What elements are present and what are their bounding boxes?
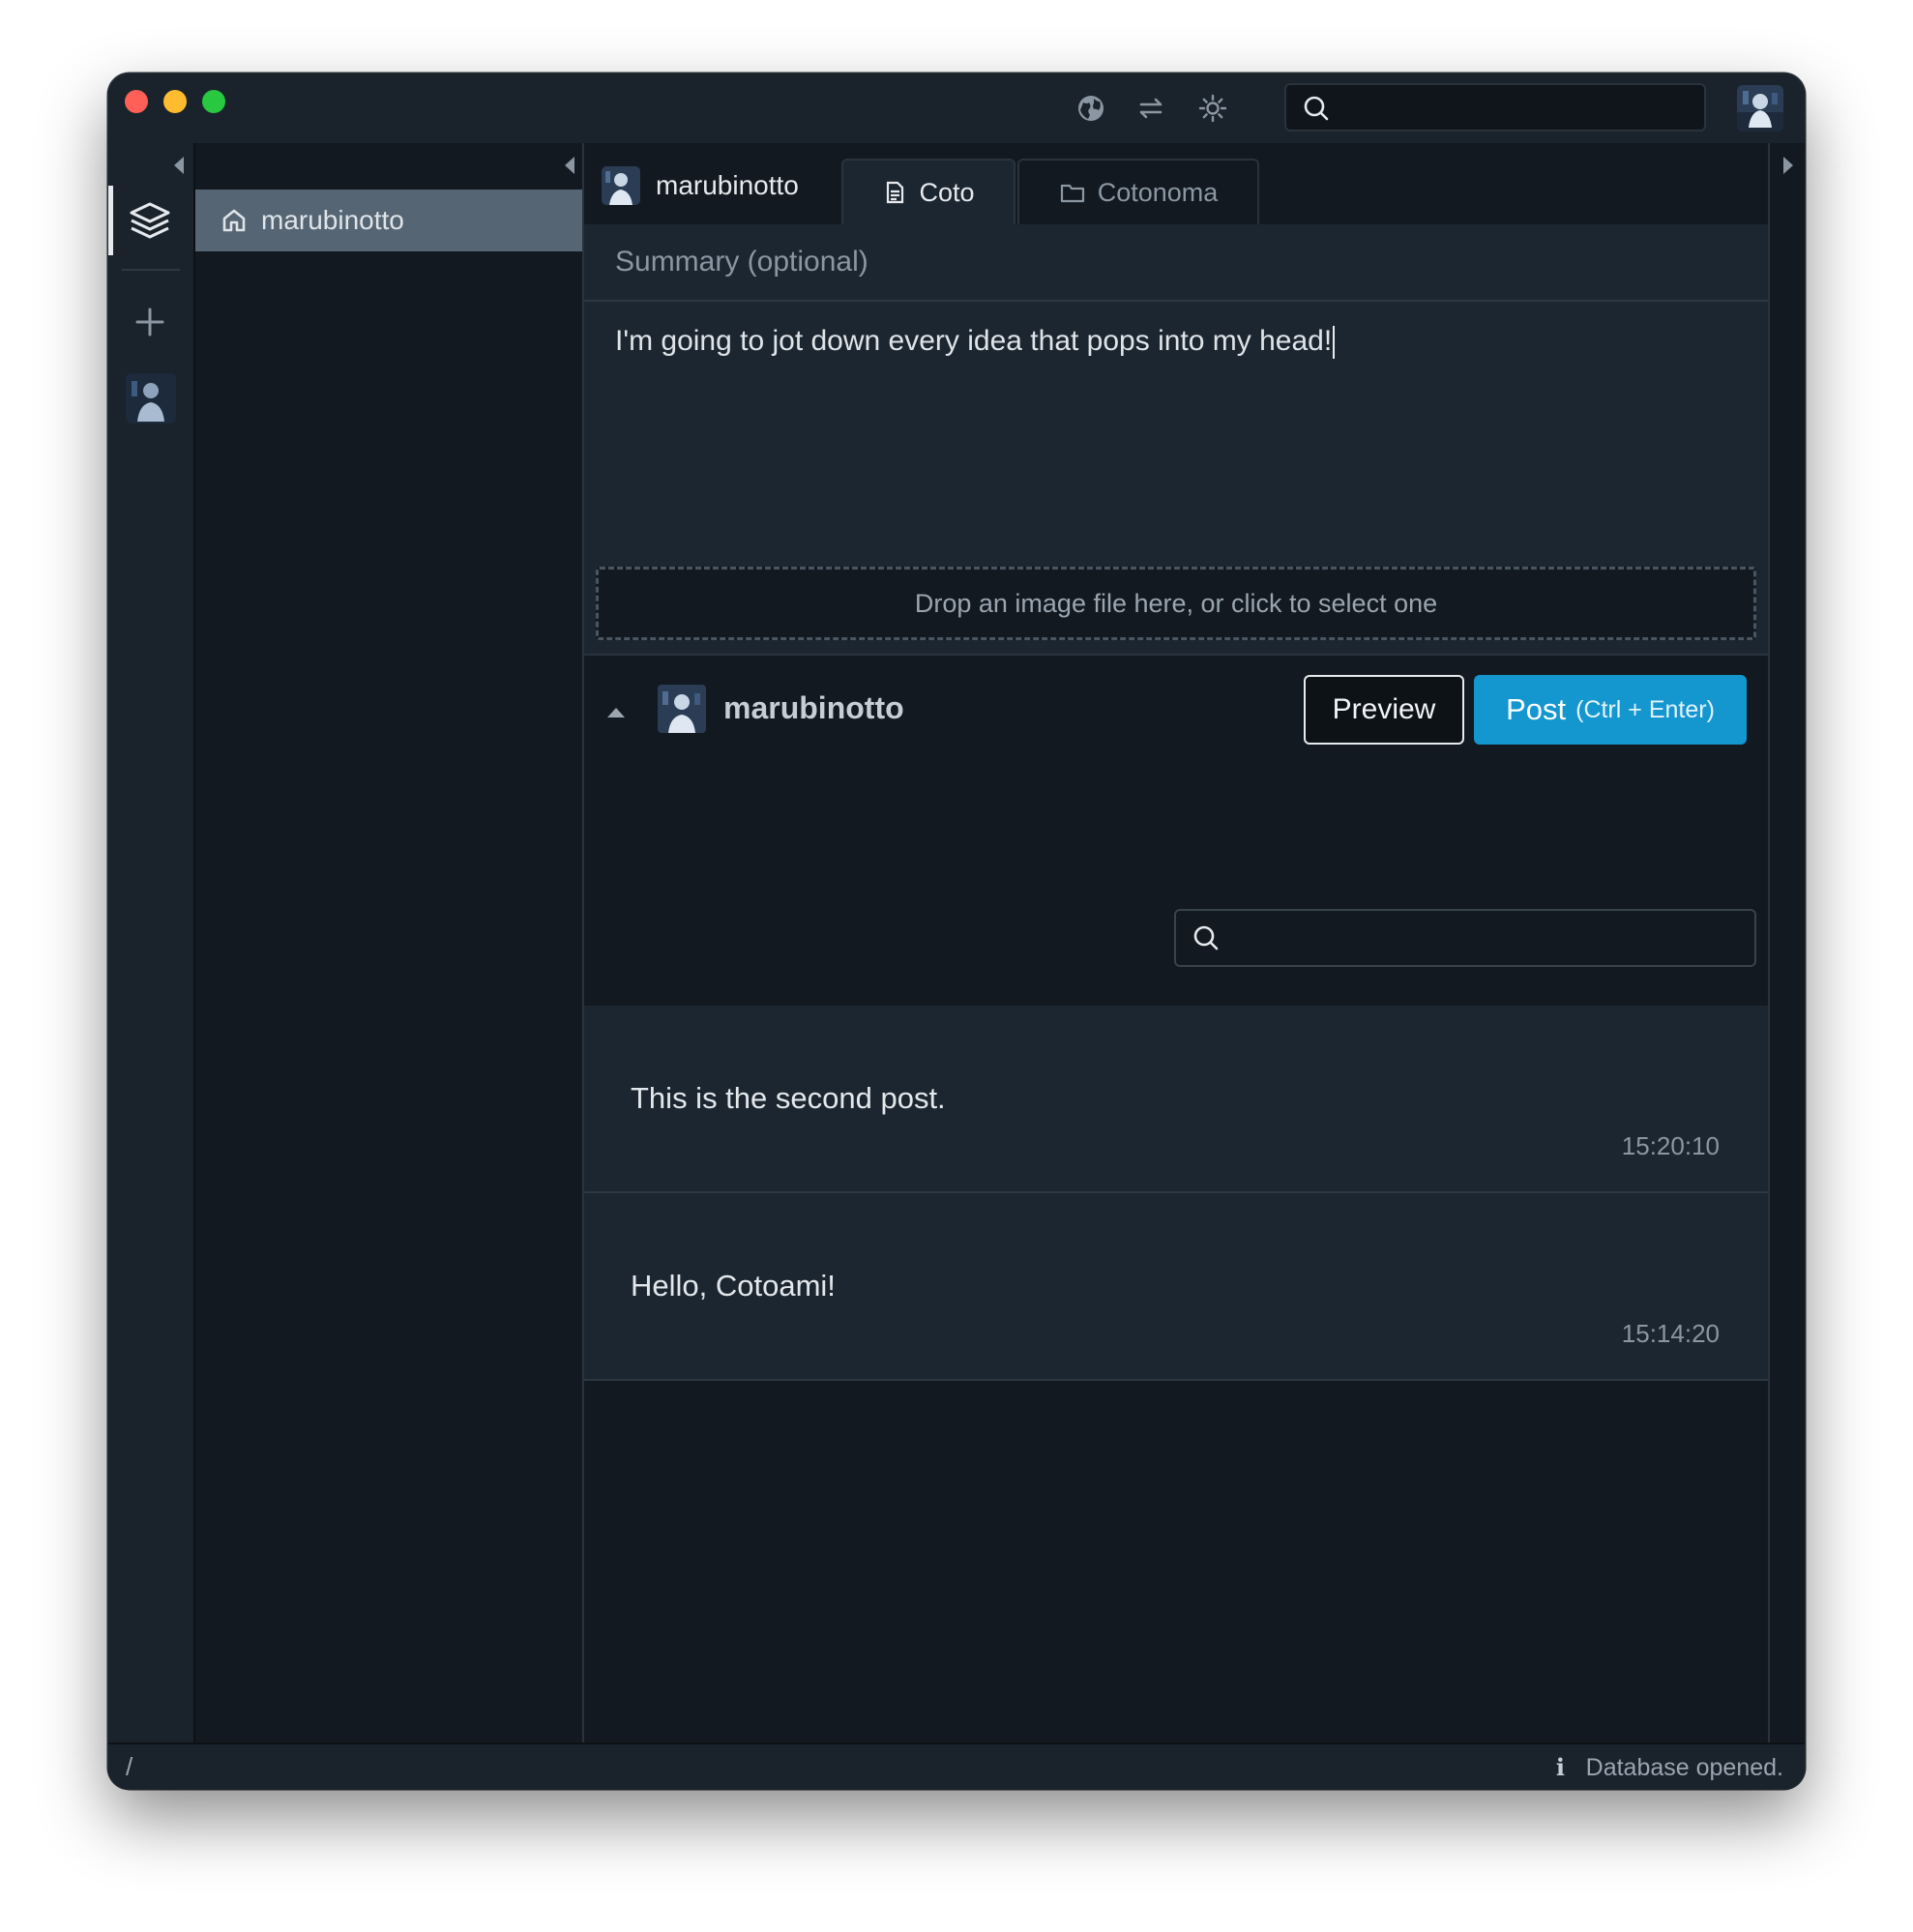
text-caret [1333,326,1336,360]
preview-button[interactable]: Preview [1304,675,1464,745]
post-label: Post [1506,692,1567,726]
post-time: 15:14:20 [1621,1319,1720,1348]
post-text: Hello, Cotoami! [631,1269,836,1303]
image-dropzone[interactable]: Drop an image file here, or click to sel… [596,567,1756,640]
tab-coto[interactable]: Coto [841,159,1015,224]
nav-item-home[interactable]: marubinotto [195,190,582,251]
tab-cotonoma[interactable]: Cotonoma [1017,159,1259,224]
composer-tabs: marubinotto Coto Cotonoma [584,143,1768,224]
right-collapsed-pane [1768,143,1805,1742]
post-shortcut: (Ctrl + Enter) [1575,695,1715,723]
collapse-rail-icon[interactable] [174,157,184,174]
left-rail [108,143,195,1742]
title-bar [108,73,1805,145]
post-button[interactable]: Post (Ctrl + Enter) [1474,675,1747,745]
coto-editor: Summary (optional) I'm going to jot down… [584,224,1768,654]
app-window: marubinotto marubinotto Coto Cotonoma Su… [108,73,1805,1789]
swap-arrows-icon[interactable] [1133,91,1168,126]
expand-pane-icon[interactable] [1783,157,1793,174]
rail-divider [122,269,180,271]
add-icon[interactable] [133,306,166,343]
tab-label: Coto [919,177,975,207]
sun-icon[interactable] [1195,91,1230,126]
global-search-input[interactable] [1284,83,1706,132]
post-text: This is the second post. [631,1081,946,1115]
status-bar: / i Database opened. [108,1742,1805,1789]
folder-icon [1059,180,1086,205]
cotonoma-nav: marubinotto [195,143,584,1742]
content-text: I'm going to jot down every idea that po… [615,325,1333,357]
close-window-button[interactable] [125,90,148,113]
layers-icon[interactable] [128,199,172,249]
tab-label: Cotonoma [1097,177,1219,207]
minimize-window-button[interactable] [163,90,187,113]
status-path: / [126,1752,133,1781]
info-icon: i [1555,1753,1565,1781]
search-icon [1304,96,1329,121]
rail-active-indicator [108,186,113,255]
composer-owner: marubinotto [602,166,799,205]
node-avatar[interactable] [126,373,176,424]
collapse-editor-icon[interactable] [607,708,625,717]
avatar [602,166,640,205]
globe-icon[interactable] [1074,91,1108,126]
main-pane: marubinotto Coto Cotonoma Summary (optio… [584,143,1768,1742]
list-item[interactable]: Hello, Cotoami! 15:14:20 [584,1193,1768,1381]
collapse-nav-icon[interactable] [565,157,574,174]
timeline: This is the second post. 15:20:10 Hello,… [584,1006,1768,1381]
avatar [658,685,706,733]
list-item[interactable]: This is the second post. 15:20:10 [584,1006,1768,1193]
search-icon [1193,925,1219,951]
zoom-window-button[interactable] [202,90,225,113]
home-icon [221,207,248,234]
avatar[interactable] [1737,85,1783,132]
poster-name: marubinotto [723,690,904,725]
content-textarea[interactable]: I'm going to jot down every idea that po… [615,325,1336,360]
nav-item-label: marubinotto [261,205,404,235]
status-message: Database opened. [1585,1754,1783,1781]
document-icon [882,180,907,205]
post-bar: marubinotto Preview Post (Ctrl + Enter) [584,654,1768,779]
timeline-search-input[interactable] [1174,909,1756,967]
summary-input[interactable]: Summary (optional) [584,224,1768,302]
post-time: 15:20:10 [1621,1131,1720,1160]
owner-name: marubinotto [656,170,799,200]
